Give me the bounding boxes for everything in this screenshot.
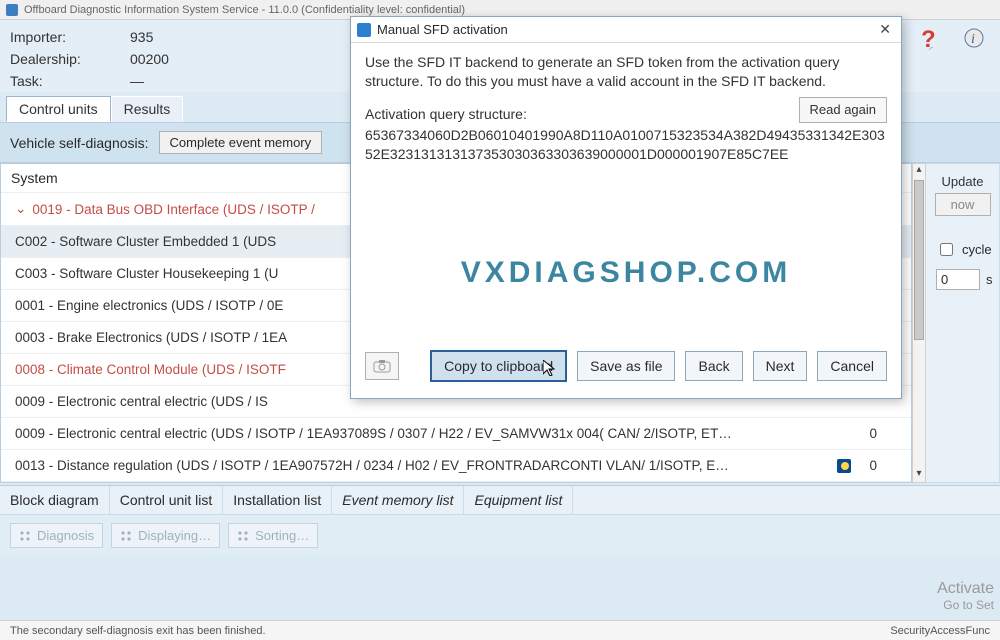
system-item-label: 0009 - Electronic central electric (UDS … — [15, 394, 268, 409]
update-now-button[interactable]: now — [935, 193, 991, 216]
dialog-text: Use the SFD IT backend to generate an SF… — [365, 53, 887, 91]
cursor-icon — [543, 360, 555, 376]
system-item-label: 0009 - Electronic central electric (UDS … — [15, 426, 732, 441]
system-item-count: 0 — [869, 458, 897, 473]
label-task: Task: — [10, 70, 130, 92]
scroll-down-icon[interactable]: ▾ — [913, 468, 925, 482]
complete-event-memory-button[interactable]: Complete event memory — [159, 131, 323, 154]
window-title: Offboard Diagnostic Information System S… — [24, 4, 465, 16]
label-importer: Importer: — [10, 26, 130, 48]
system-item-label: 0001 - Engine electronics (UDS / ISOTP /… — [15, 298, 283, 313]
bottom-tabs: Block diagram Control unit list Installa… — [0, 485, 1000, 514]
system-item-0009b[interactable]: 0009 - Electronic central electric (UDS … — [1, 418, 911, 450]
system-item-label: 0003 - Brake Electronics (UDS / ISOTP / … — [15, 330, 287, 345]
scroll-up-icon[interactable]: ▴ — [913, 164, 925, 178]
update-panel: Update now cycle 0 s — [926, 163, 1000, 483]
self-diagnosis-label: Vehicle self-diagnosis: — [10, 135, 149, 151]
copy-label: Copy to clipboard — [444, 358, 553, 374]
help-icon[interactable]: ? — [916, 24, 944, 52]
camera-icon-button[interactable] — [365, 352, 399, 380]
displaying-label: Displaying… — [138, 528, 211, 543]
bottom-action-bar: Diagnosis Displaying… Sorting… — [0, 514, 1000, 556]
cycle-label: cycle — [962, 242, 992, 257]
activation-query-structure-value: 65367334060D2B06010401990A8D110A01007153… — [365, 126, 887, 164]
info-icon[interactable]: i — [960, 24, 988, 52]
cancel-button[interactable]: Cancel — [817, 351, 887, 381]
system-item-label: C003 - Software Cluster Housekeeping 1 (… — [15, 266, 278, 281]
svg-text:?: ? — [921, 26, 936, 51]
status-right: SecurityAccessFunc — [890, 625, 990, 637]
read-again-button[interactable]: Read again — [799, 97, 888, 123]
moon-icon — [837, 459, 851, 473]
label-dealership: Dealership: — [10, 48, 130, 70]
copy-to-clipboard-button[interactable]: Copy to clipboard — [430, 350, 567, 382]
displaying-button[interactable]: Displaying… — [111, 523, 220, 548]
save-as-file-button[interactable]: Save as file — [577, 351, 675, 381]
dialog-titlebar[interactable]: Manual SFD activation ✕ — [351, 17, 901, 43]
grid-icon — [19, 530, 31, 542]
watermark-text: VXDIAGSHOP.COM — [365, 253, 887, 294]
dialog-title: Manual SFD activation — [377, 22, 508, 37]
activate-line1: Activate — [937, 580, 994, 598]
dialog-button-row: Copy to clipboard Save as file Back Next… — [351, 340, 901, 398]
system-item-label: 0013 - Distance regulation (UDS / ISOTP … — [15, 458, 729, 473]
system-item-0013[interactable]: 0013 - Distance regulation (UDS / ISOTP … — [1, 450, 911, 482]
update-label: Update — [932, 174, 993, 189]
activate-line2: Go to Set — [937, 598, 994, 612]
vertical-scrollbar[interactable]: ▴ ▾ — [912, 163, 926, 483]
system-item-count: 0 — [869, 426, 897, 441]
close-icon[interactable]: ✕ — [875, 21, 895, 38]
diagnosis-button[interactable]: Diagnosis — [10, 523, 103, 548]
cycle-checkbox[interactable] — [940, 243, 953, 256]
app-icon — [6, 4, 18, 16]
tab-equipment-list[interactable]: Equipment list — [464, 486, 573, 514]
sorting-label: Sorting… — [255, 528, 309, 543]
tab-block-diagram[interactable]: Block diagram — [0, 486, 110, 514]
sorting-button[interactable]: Sorting… — [228, 523, 318, 548]
expand-icon[interactable]: ⌄ — [15, 201, 26, 217]
value-dealership: 00200 — [130, 48, 270, 70]
tab-control-unit-list[interactable]: Control unit list — [110, 486, 224, 514]
back-button[interactable]: Back — [685, 351, 742, 381]
value-task: — — [130, 70, 270, 92]
tab-event-memory-list[interactable]: Event memory list — [332, 486, 464, 514]
value-importer: 935 — [130, 26, 270, 48]
tab-results[interactable]: Results — [111, 96, 184, 122]
system-item-label: 0008 - Climate Control Module (UDS / ISO… — [15, 362, 286, 377]
system-item-label: 0019 - Data Bus OBD Interface (UDS / ISO… — [32, 202, 315, 217]
activate-watermark: Activate Go to Set — [937, 580, 994, 612]
dialog-icon — [357, 23, 371, 37]
grid-icon — [237, 530, 249, 542]
system-item-label: C002 - Software Cluster Embedded 1 (UDS — [15, 234, 276, 249]
cycle-seconds-input[interactable]: 0 — [936, 269, 980, 290]
next-button[interactable]: Next — [753, 351, 808, 381]
svg-text:i: i — [971, 32, 975, 47]
scroll-thumb[interactable] — [914, 180, 924, 340]
status-bar: The secondary self-diagnosis exit has be… — [0, 620, 1000, 640]
diagnosis-label: Diagnosis — [37, 528, 94, 543]
tab-control-units[interactable]: Control units — [6, 96, 111, 122]
grid-icon — [120, 530, 132, 542]
tab-installation-list[interactable]: Installation list — [223, 486, 332, 514]
manual-sfd-activation-dialog: Manual SFD activation ✕ Use the SFD IT b… — [350, 16, 902, 399]
status-left: The secondary self-diagnosis exit has be… — [10, 625, 266, 637]
seconds-unit: s — [986, 272, 993, 287]
